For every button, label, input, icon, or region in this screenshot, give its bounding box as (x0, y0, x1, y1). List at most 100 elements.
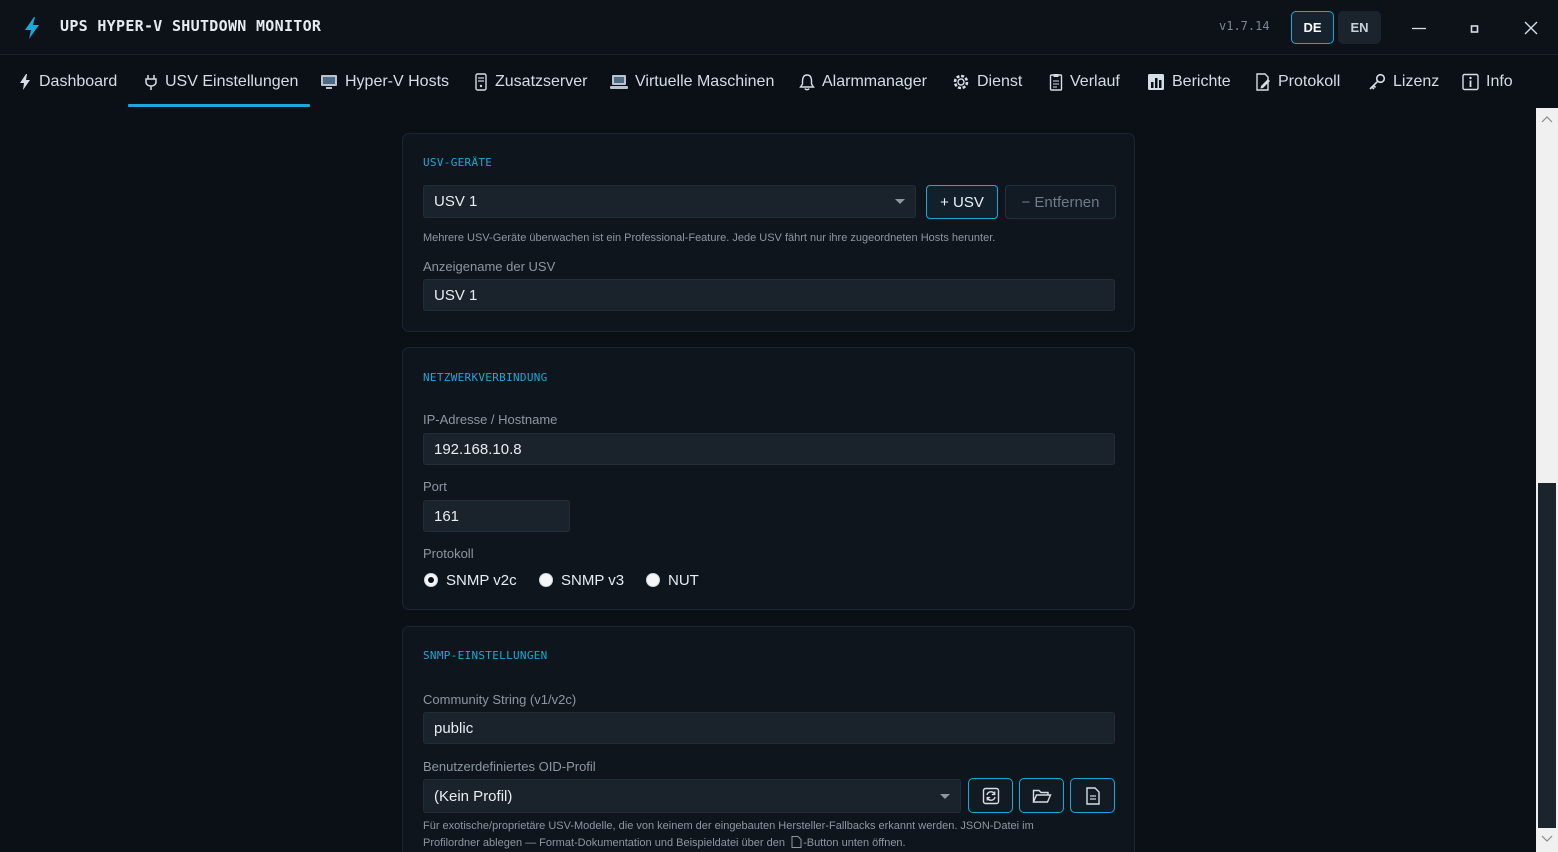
info-icon (1462, 73, 1479, 91)
version-label: v1.7.14 (1219, 19, 1270, 33)
tab-label: Verlauf (1070, 73, 1120, 90)
server-icon (475, 73, 487, 91)
gear-icon (953, 74, 969, 90)
select-value: USV 1 (434, 193, 478, 210)
protocol-label: Protokoll (423, 546, 474, 561)
key-icon (1369, 73, 1386, 90)
display-name-label: Anzeigename der USV (423, 259, 556, 274)
tab-verlauf[interactable]: Verlauf (1049, 56, 1120, 108)
tab-info[interactable]: Info (1462, 56, 1513, 108)
monitor-icon (321, 75, 337, 89)
clipboard-icon (1049, 74, 1063, 91)
document-icon (791, 836, 802, 848)
lightning-logo-icon (22, 16, 42, 40)
tab-label: Lizenz (1393, 73, 1440, 90)
community-string-label: Community String (v1/v2c) (423, 692, 577, 707)
language-de-button[interactable]: DE (1291, 11, 1334, 44)
oid-profile-select[interactable]: (Kein Profil) (423, 779, 961, 813)
tab-dienst[interactable]: Dienst (952, 56, 1022, 108)
bar-chart-icon (1148, 74, 1164, 90)
chevron-up-icon (1541, 116, 1553, 123)
radio-unchecked-icon (646, 572, 660, 587)
tab-label: Alarmmanager (822, 73, 927, 90)
port-field[interactable]: 161 (423, 500, 570, 532)
maximize-icon (1470, 25, 1479, 33)
maximize-window-button[interactable] (1461, 14, 1489, 42)
minimize-window-button[interactable] (1405, 14, 1433, 42)
refresh-icon (982, 787, 999, 804)
radio-label: NUT (668, 572, 699, 589)
chevron-down-icon (895, 199, 905, 204)
tab-label: Dienst (977, 73, 1023, 90)
tab-label: Info (1486, 73, 1513, 90)
select-value: (Kein Profil) (434, 787, 513, 805)
chevron-down-icon (1541, 835, 1553, 842)
close-icon (1524, 21, 1538, 35)
ip-address-label: IP-Adresse / Hostname (423, 412, 558, 427)
tab-virtuelle-maschinen[interactable]: Virtuelle Maschinen (610, 56, 774, 108)
oid-profile-hint-line-2: Profilordner ablegen — Format-Dokumentat… (423, 835, 1034, 852)
tab-label: Hyper-V Hosts (345, 73, 450, 90)
protocol-snmp-v2c-radio[interactable]: SNMP v2c (424, 572, 517, 589)
title-bar: UPS HYPER-V SHUTDOWN MONITOR v1.7.14 DE … (0, 0, 1558, 55)
tab-alarmmanager[interactable]: Alarmmanager (799, 56, 927, 108)
radio-label: SNMP v2c (446, 572, 517, 589)
display-name-field[interactable]: USV 1 (423, 279, 1115, 311)
minimize-icon (1412, 27, 1426, 30)
community-string-field[interactable]: public (423, 712, 1115, 744)
tab-label: Dashboard (39, 73, 118, 90)
open-profile-folder-button[interactable] (1019, 778, 1064, 813)
reload-profiles-button[interactable] (968, 778, 1013, 813)
tab-label: Virtuelle Maschinen (635, 73, 775, 90)
add-usv-button[interactable]: + USV (926, 185, 998, 219)
tab-lizenz[interactable]: Lizenz (1368, 56, 1439, 108)
tab-berichte[interactable]: Berichte (1147, 56, 1231, 108)
tab-hyper-v-hosts[interactable]: Hyper-V Hosts (320, 56, 449, 108)
usv-device-select[interactable]: USV 1 (423, 185, 916, 218)
snmp-settings-card: SNMP-EINSTELLUNGEN Community String (v1/… (402, 626, 1135, 852)
radio-checked-icon (424, 572, 438, 587)
bell-icon (799, 74, 815, 91)
app-title: UPS HYPER-V SHUTDOWN MONITOR (60, 17, 322, 35)
lightning-icon (20, 74, 30, 90)
hint-text-before-icon: Profilordner ablegen — Format-Dokumentat… (423, 837, 785, 849)
tab-dashboard[interactable]: Dashboard (18, 56, 117, 108)
hint-text-after-icon: -Button unten öffnen. (803, 837, 906, 849)
oid-profile-hint: Für exotische/proprietäre USV-Modelle, d… (423, 818, 1034, 852)
close-window-button[interactable] (1517, 14, 1545, 42)
tab-label: Protokoll (1278, 73, 1341, 90)
document-icon (1085, 786, 1100, 805)
chevron-down-icon (940, 793, 950, 799)
laptop-icon (610, 75, 628, 89)
tab-protokoll[interactable]: Protokoll (1255, 56, 1340, 108)
language-en-button[interactable]: EN (1338, 11, 1381, 44)
section-title: USV-GERÄTE (423, 156, 493, 169)
tab-label: Zusatzserver (495, 73, 588, 90)
tab-label: USV Einstellungen (165, 73, 299, 90)
folder-open-icon (1031, 789, 1052, 803)
main-navigation: Dashboard USV Einstellungen Hyper-V Host… (0, 56, 1558, 108)
section-title: NETZWERKVERBINDUNG (423, 371, 548, 384)
protocol-nut-radio[interactable]: NUT (646, 572, 699, 589)
profile-documentation-button[interactable] (1070, 778, 1115, 813)
ip-address-field[interactable]: 192.168.10.8 (423, 433, 1115, 465)
network-connection-card: NETZWERKVERBINDUNG IP-Adresse / Hostname… (402, 347, 1135, 610)
oid-profile-label: Benutzerdefiniertes OID-Profil (423, 759, 596, 774)
tab-usv-einstellungen[interactable]: USV Einstellungen (127, 56, 311, 108)
protocol-snmp-v3-radio[interactable]: SNMP v3 (539, 572, 624, 589)
scroll-thumb[interactable] (1538, 483, 1556, 828)
vertical-scrollbar[interactable] (1536, 108, 1558, 852)
tab-label: Berichte (1172, 73, 1231, 90)
remove-usv-button[interactable]: − Entfernen (1005, 185, 1116, 219)
port-label: Port (423, 479, 447, 494)
tab-zusatzserver[interactable]: Zusatzserver (474, 56, 587, 108)
radio-unchecked-icon (539, 572, 553, 587)
usv-devices-card: USV-GERÄTE USV 1 + USV − Entfernen Mehre… (402, 133, 1135, 332)
edit-document-icon (1256, 73, 1270, 91)
plug-icon (145, 75, 157, 90)
scroll-up-button[interactable] (1536, 110, 1558, 128)
section-title: SNMP-EINSTELLUNGEN (423, 649, 548, 662)
radio-label: SNMP v3 (561, 572, 625, 589)
oid-profile-hint-line-1: Für exotische/proprietäre USV-Modelle, d… (423, 820, 1034, 832)
scroll-down-button[interactable] (1536, 830, 1558, 848)
